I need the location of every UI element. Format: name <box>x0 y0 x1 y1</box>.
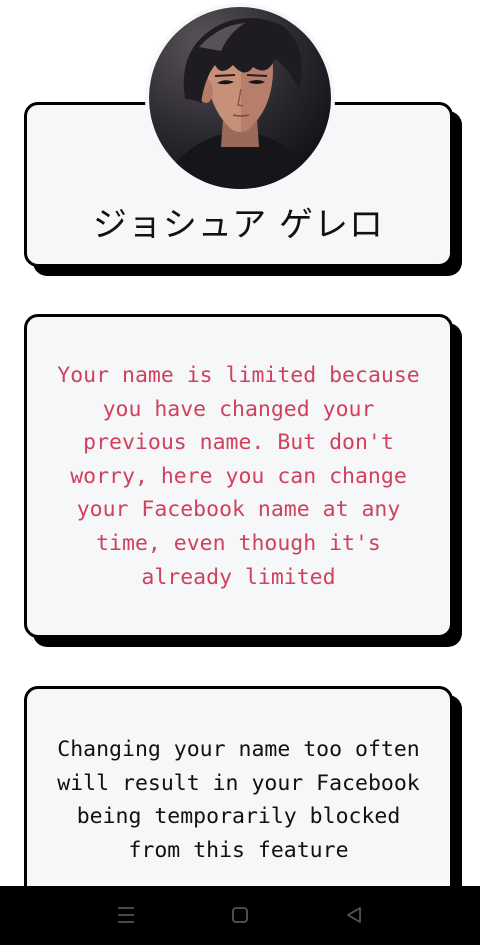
menu-icon[interactable] <box>114 904 138 926</box>
name-change-info-text: Changing your name too often will result… <box>57 737 420 863</box>
name-change-info-card: Changing your name too often will result… <box>24 686 453 916</box>
profile-avatar <box>145 3 335 193</box>
profile-name: ジョシュア ゲレロ <box>92 205 385 245</box>
back-triangle-icon[interactable] <box>342 904 366 926</box>
name-limited-warning-text: Your name is limited because you have ch… <box>57 363 420 590</box>
home-square-icon[interactable] <box>228 904 252 926</box>
anime-portrait-avatar <box>149 7 331 189</box>
system-navigation-bar <box>0 886 480 945</box>
name-limited-warning-card: Your name is limited because you have ch… <box>24 314 453 638</box>
